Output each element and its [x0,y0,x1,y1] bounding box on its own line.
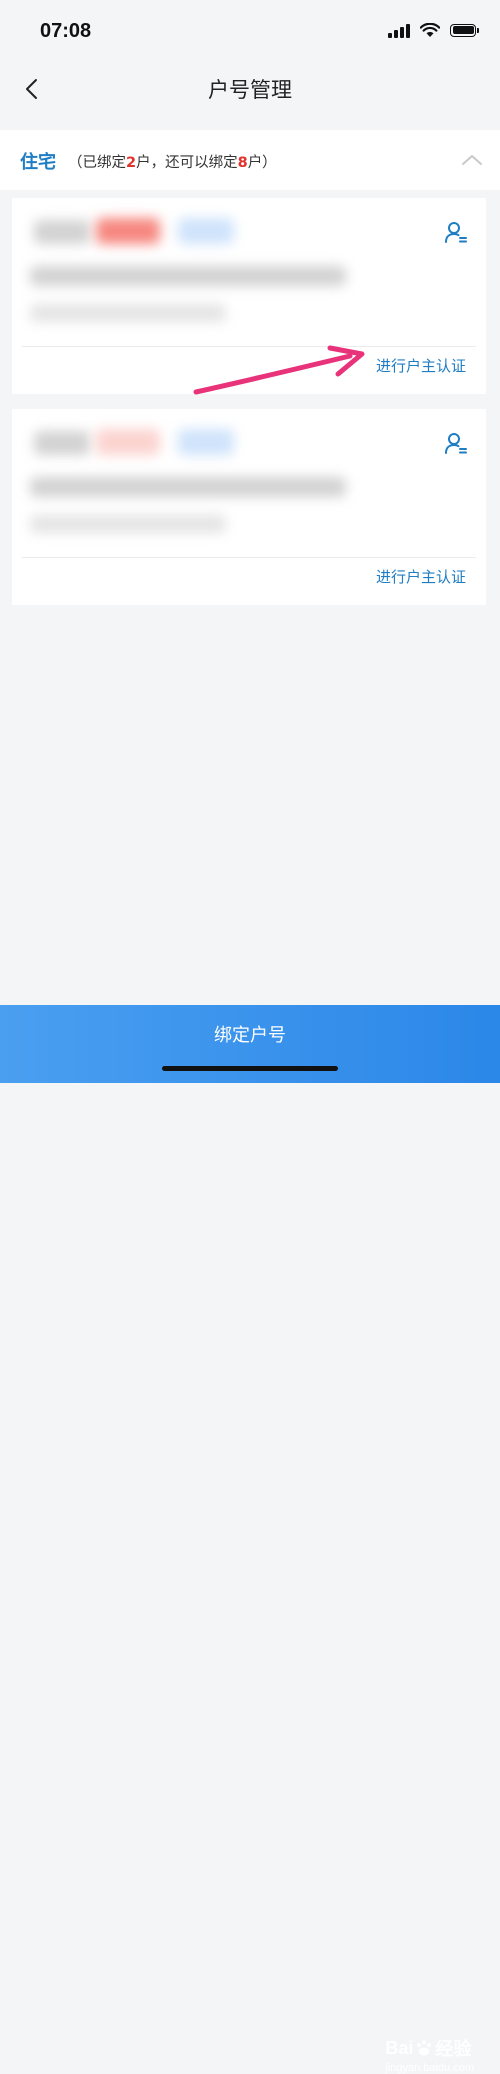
blurred-account-name [34,431,90,455]
blurred-detail [30,304,226,322]
battery-icon [450,23,479,37]
card-divider [22,346,476,347]
user-verify-icon[interactable] [444,431,468,455]
remaining-count: 8 [237,155,248,171]
account-card: 进行户主认证 [12,198,486,394]
paw-icon [417,2040,432,2056]
bind-account-button[interactable]: 绑定户号 Bai 经验 jingyan.baidu.com [0,1005,500,2074]
blurred-account-name [34,220,90,244]
page-title: 户号管理 [208,78,292,102]
card-divider [22,557,476,558]
note-middle: 户，还可以绑定 [136,155,238,171]
blurred-tag [178,218,234,244]
status-time: 07:08 [40,20,92,42]
cellular-signal-icon [388,22,410,38]
watermark-brand-left: Bai [385,2037,414,2058]
blurred-address [30,477,346,497]
owner-verify-link[interactable]: 进行户主认证 [376,566,466,587]
watermark-url: jingyan.baidu.com [385,2062,474,2074]
blurred-tag [178,429,234,455]
residence-section-header[interactable]: 住宅 （已绑定2户，还可以绑定8户） [0,130,500,190]
section-title: 住宅 [20,152,56,173]
watermark-brand-right: 经验 [435,2039,472,2059]
wifi-icon [420,22,440,37]
baidu-jingyan-watermark: Bai 经验 jingyan.baidu.com [385,2035,474,2074]
status-icons [388,22,479,38]
bind-account-label: 绑定户号 [214,1025,286,1046]
note-prefix: （已绑定 [68,155,126,171]
blurred-tag [96,429,160,455]
chevron-up-icon[interactable] [460,150,484,170]
nav-bar: 户号管理 [0,60,500,118]
home-indicator [162,1066,338,1071]
status-bar: 07:08 [0,0,500,60]
blurred-address [30,266,346,286]
user-verify-icon[interactable] [444,220,468,244]
blurred-tag [96,218,160,244]
blurred-detail [30,515,226,533]
owner-verify-link[interactable]: 进行户主认证 [376,355,466,376]
note-suffix: 户） [247,155,277,171]
bound-count: 2 [126,155,137,171]
binding-quota-note: （已绑定2户，还可以绑定8户） [68,151,277,172]
account-card: 进行户主认证 [12,409,486,605]
